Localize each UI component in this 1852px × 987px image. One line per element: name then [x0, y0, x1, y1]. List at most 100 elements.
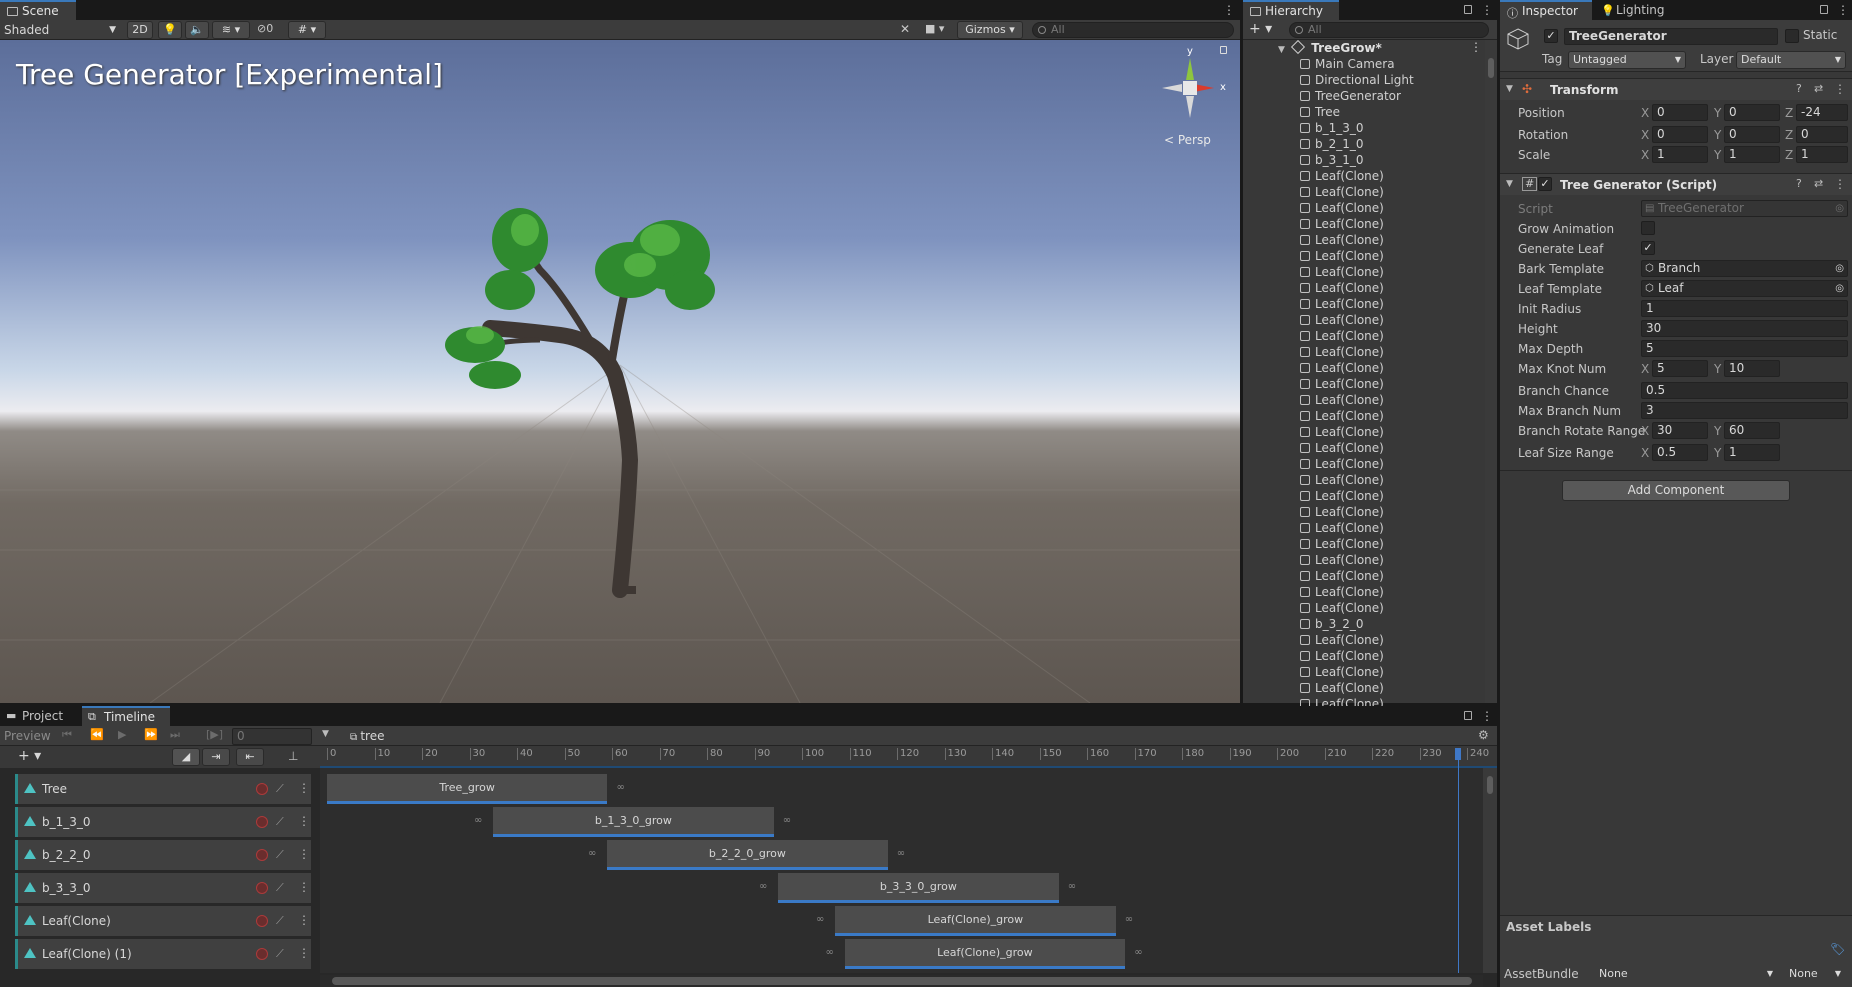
- bark-template-field[interactable]: ⬡ Branch ◎: [1641, 260, 1848, 277]
- add-track-button[interactable]: + ▾: [18, 748, 41, 764]
- record-icon[interactable]: [256, 783, 268, 795]
- hierarchy-item[interactable]: Directional Light: [1300, 72, 1414, 88]
- hierarchy-search-input[interactable]: All: [1289, 22, 1489, 38]
- tab-project[interactable]: ▬ Project: [0, 706, 80, 726]
- hierarchy-item[interactable]: Leaf(Clone): [1300, 536, 1384, 552]
- record-icon[interactable]: [256, 948, 268, 960]
- script-enabled-checkbox[interactable]: ✓: [1538, 177, 1552, 191]
- position-x-field[interactable]: 0: [1652, 104, 1708, 121]
- timeline-asset-breadcrumb[interactable]: ⧉ tree: [350, 729, 384, 743]
- rotation-x-field[interactable]: 0: [1652, 126, 1708, 143]
- curves-icon[interactable]: ⟋: [276, 815, 284, 829]
- gizmos-dropdown[interactable]: Gizmos ▾: [957, 21, 1023, 39]
- hierarchy-item[interactable]: Tree: [1300, 104, 1340, 120]
- branch-rotate-y-field[interactable]: 60: [1724, 422, 1780, 439]
- grow-animation-checkbox[interactable]: [1641, 221, 1655, 235]
- timeline-hscroll[interactable]: [320, 975, 1483, 987]
- lock-icon[interactable]: [1220, 46, 1227, 54]
- hierarchy-item[interactable]: Leaf(Clone): [1300, 200, 1384, 216]
- prev-frame-icon[interactable]: ⏪: [90, 728, 104, 741]
- scene-menu-icon[interactable]: ⋮: [1223, 3, 1235, 17]
- inspector-menu-icon[interactable]: ⋮: [1837, 3, 1849, 17]
- record-icon[interactable]: [256, 816, 268, 828]
- audio-toggle-icon[interactable]: 🔈: [185, 21, 209, 39]
- add-object-button[interactable]: + ▾: [1249, 21, 1272, 37]
- help-icon[interactable]: ?: [1796, 82, 1802, 95]
- hierarchy-item[interactable]: Leaf(Clone): [1300, 408, 1384, 424]
- asset-dropdown-icon[interactable]: ▼: [322, 729, 329, 739]
- rotation-z-field[interactable]: 0: [1796, 126, 1848, 143]
- hierarchy-lock-icon[interactable]: [1464, 5, 1472, 14]
- hierarchy-item[interactable]: b_3_1_0: [1300, 152, 1364, 168]
- component-menu-icon[interactable]: ⋮: [1834, 82, 1846, 96]
- hierarchy-item[interactable]: b_3_2_0: [1300, 616, 1364, 632]
- hierarchy-item[interactable]: Leaf(Clone): [1300, 680, 1384, 696]
- tab-scene[interactable]: Scene: [0, 0, 76, 20]
- hierarchy-item[interactable]: Leaf(Clone): [1300, 216, 1384, 232]
- track-header[interactable]: b_2_2_0 ⟋ ⋮: [15, 840, 311, 870]
- max-branch-num-field[interactable]: 3: [1641, 402, 1848, 419]
- hierarchy-item[interactable]: Leaf(Clone): [1300, 648, 1384, 664]
- goto-start-icon[interactable]: ⏮: [62, 728, 72, 742]
- animation-clip[interactable]: b_2_2_0_grow: [607, 840, 888, 870]
- hierarchy-item[interactable]: b_2_1_0: [1300, 136, 1364, 152]
- track-menu-icon[interactable]: ⋮: [298, 814, 310, 828]
- curves-icon[interactable]: ⟋: [276, 947, 284, 961]
- curves-icon[interactable]: ⟋: [276, 848, 284, 862]
- preset-icon[interactable]: ⇄: [1814, 82, 1823, 95]
- track-menu-icon[interactable]: ⋮: [298, 946, 310, 960]
- record-icon[interactable]: [256, 849, 268, 861]
- camera-dropdown-icon[interactable]: ■ ▾: [925, 22, 944, 35]
- asset-variant-dropdown[interactable]: None ▼: [1784, 965, 1846, 983]
- hierarchy-item[interactable]: Leaf(Clone): [1300, 520, 1384, 536]
- hierarchy-item[interactable]: Leaf(Clone): [1300, 664, 1384, 680]
- rotation-y-field[interactable]: 0: [1724, 126, 1780, 143]
- scene-viewport[interactable]: Tree Generator [Experimental] y x < Pers…: [0, 40, 1240, 703]
- track-menu-icon[interactable]: ⋮: [298, 913, 310, 927]
- mix-mode-icon[interactable]: ⇥: [202, 748, 230, 766]
- branch-rotate-x-field[interactable]: 30: [1652, 422, 1708, 439]
- next-frame-icon[interactable]: ⏩: [144, 728, 158, 741]
- goto-end-icon[interactable]: ⏭: [170, 728, 180, 742]
- branch-chance-field[interactable]: 0.5: [1641, 382, 1848, 399]
- hscroll-thumb[interactable]: [332, 977, 1472, 985]
- playhead[interactable]: [1457, 748, 1459, 973]
- component-menu-icon[interactable]: ⋮: [1834, 177, 1846, 191]
- timeline-lock-icon[interactable]: [1464, 711, 1472, 720]
- max-knot-y-field[interactable]: 10: [1724, 360, 1780, 377]
- animation-clip[interactable]: Leaf(Clone)_grow: [835, 906, 1116, 936]
- record-icon[interactable]: [256, 882, 268, 894]
- effects-dropdown-icon[interactable]: ≋ ▾: [212, 21, 250, 39]
- track-menu-icon[interactable]: ⋮: [298, 847, 310, 861]
- hidden-objects-icon[interactable]: ⊘0: [257, 22, 273, 35]
- track-header[interactable]: Leaf(Clone) (1) ⟋ ⋮: [15, 939, 311, 969]
- object-picker-icon[interactable]: ◎: [1835, 281, 1844, 296]
- hierarchy-menu-icon[interactable]: ⋮: [1481, 3, 1493, 17]
- frame-field[interactable]: 0: [232, 728, 312, 745]
- playhead-handle[interactable]: [1454, 748, 1461, 760]
- active-checkbox[interactable]: ✓: [1544, 29, 1558, 43]
- hierarchy-item[interactable]: Leaf(Clone): [1300, 424, 1384, 440]
- hierarchy-item[interactable]: Leaf(Clone): [1300, 264, 1384, 280]
- record-icon[interactable]: [256, 915, 268, 927]
- scale-y-field[interactable]: 1: [1724, 146, 1780, 163]
- orientation-gizmo[interactable]: y x: [1158, 46, 1228, 120]
- track-header[interactable]: b_3_3_0 ⟋ ⋮: [15, 873, 311, 903]
- hierarchy-item[interactable]: Leaf(Clone): [1300, 296, 1384, 312]
- snap-icon[interactable]: ⊥: [288, 749, 298, 763]
- inspector-lock-icon[interactable]: [1820, 5, 1828, 14]
- hierarchy-item[interactable]: Leaf(Clone): [1300, 440, 1384, 456]
- tab-inspector[interactable]: ⓘ Inspector: [1500, 0, 1592, 20]
- asset-bundle-dropdown[interactable]: None ▼: [1594, 965, 1778, 983]
- hierarchy-item[interactable]: Leaf(Clone): [1300, 552, 1384, 568]
- hierarchy-scrollbar[interactable]: [1485, 40, 1497, 703]
- timeline-menu-icon[interactable]: ⋮: [1481, 709, 1493, 723]
- leaf-size-y-field[interactable]: 1: [1724, 444, 1780, 461]
- hierarchy-item[interactable]: Leaf(Clone): [1300, 472, 1384, 488]
- animation-clip[interactable]: b_1_3_0_grow: [493, 807, 774, 837]
- leaf-template-field[interactable]: ⬡ Leaf ◎: [1641, 280, 1848, 297]
- hierarchy-root[interactable]: ▼ TreeGrow*: [1278, 39, 1478, 56]
- hierarchy-item[interactable]: Leaf(Clone): [1300, 504, 1384, 520]
- hierarchy-item[interactable]: Leaf(Clone): [1300, 280, 1384, 296]
- hierarchy-item[interactable]: Leaf(Clone): [1300, 328, 1384, 344]
